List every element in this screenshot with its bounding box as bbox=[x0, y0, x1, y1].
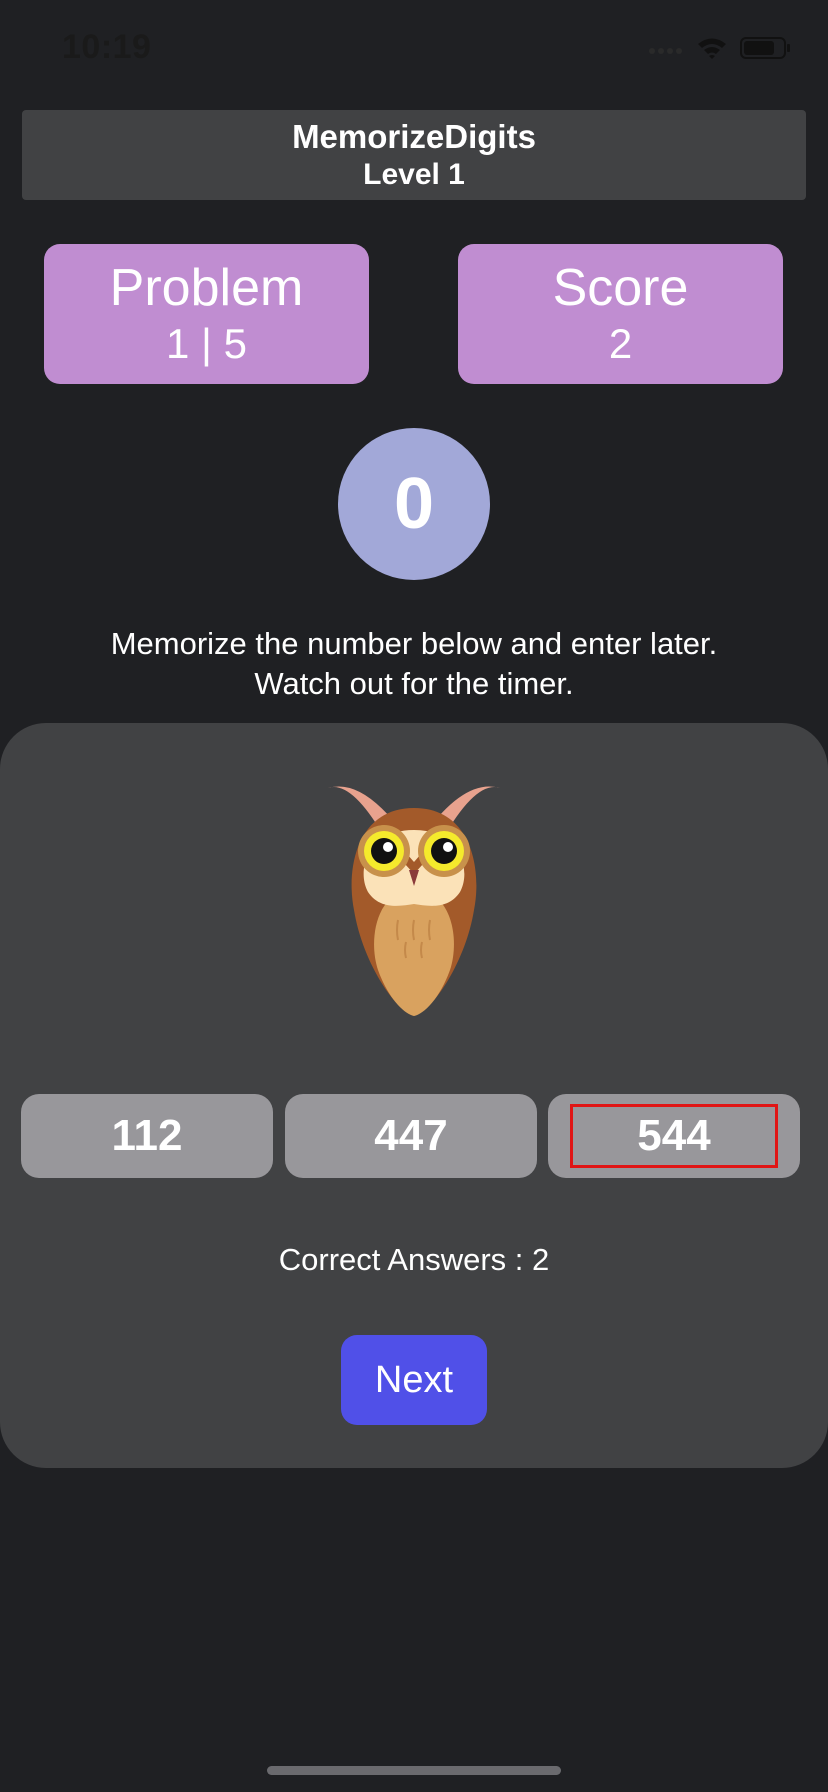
answer-choice-1-label: 112 bbox=[111, 1111, 183, 1160]
answer-choice-2-label: 447 bbox=[374, 1111, 448, 1160]
timer-circle: 0 bbox=[338, 428, 490, 580]
answer-choice-2[interactable]: 447 bbox=[285, 1094, 537, 1178]
status-time: 10:19 bbox=[62, 28, 152, 66]
instructions: Memorize the number below and enter late… bbox=[0, 624, 828, 704]
battery-icon bbox=[740, 37, 790, 59]
owl-icon bbox=[328, 786, 500, 1016]
score-value: 2 bbox=[608, 320, 633, 367]
home-indicator bbox=[267, 1766, 561, 1775]
selection-outline bbox=[570, 1104, 778, 1168]
score-label: Score bbox=[552, 259, 689, 317]
problem-card: Problem 1 | 5 bbox=[44, 244, 369, 384]
answer-choice-3[interactable]: 544 bbox=[548, 1094, 800, 1178]
status-bar: 10:19 bbox=[0, 0, 828, 100]
app-title: MemorizeDigits bbox=[292, 118, 536, 155]
problem-counter: 1 | 5 bbox=[166, 320, 247, 367]
title-bar: MemorizeDigits Level 1 bbox=[22, 110, 806, 200]
problem-label: Problem bbox=[109, 259, 304, 317]
correct-answers-text: Correct Answers : 2 bbox=[278, 1242, 550, 1277]
instructions-line-2: Watch out for the timer. bbox=[254, 666, 574, 701]
answer-choice-1[interactable]: 112 bbox=[21, 1094, 273, 1178]
level-label: Level 1 bbox=[363, 158, 465, 191]
cellular-signal-icon bbox=[649, 48, 682, 54]
next-button[interactable]: Next bbox=[341, 1335, 487, 1425]
score-card: Score 2 bbox=[458, 244, 783, 384]
wifi-icon bbox=[698, 38, 726, 59]
status-icons bbox=[648, 36, 792, 60]
instructions-line-1: Memorize the number below and enter late… bbox=[110, 626, 718, 661]
